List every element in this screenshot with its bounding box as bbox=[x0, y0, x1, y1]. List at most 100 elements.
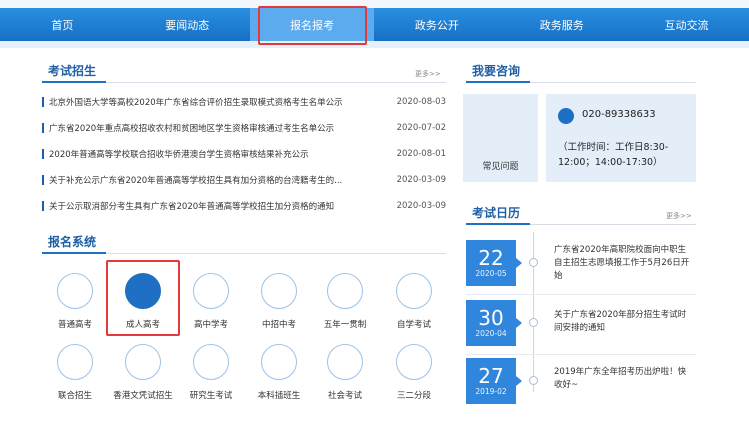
registration-item-label: 中招中考 bbox=[261, 320, 296, 330]
timeline-dot-icon bbox=[529, 318, 538, 327]
news-date: 2020-08-03 bbox=[396, 97, 446, 107]
consult-title: 我要咨询 bbox=[472, 64, 521, 78]
news-title: 广东省2020年重点高校招收农村和贫困地区学生资格审核通过考生名单公示 bbox=[49, 124, 335, 134]
registration-item-gaokao[interactable]: 普通高考 bbox=[45, 273, 105, 343]
registration-item-social-exam[interactable]: 社会考试 bbox=[315, 344, 375, 414]
circle-icon bbox=[57, 344, 93, 380]
calendar-more-link[interactable]: 更多>> bbox=[666, 211, 692, 221]
registration-item-self-study[interactable]: 自学考试 bbox=[384, 273, 444, 343]
registration-item-transfer[interactable]: 本科插班生 bbox=[249, 344, 309, 414]
calendar-date-badge: 22 2020-05 bbox=[466, 240, 516, 286]
registration-item-label: 成人高考 bbox=[125, 320, 160, 330]
circle-icon bbox=[396, 273, 432, 309]
calendar-day: 30 bbox=[478, 306, 504, 330]
circle-icon bbox=[261, 273, 297, 309]
bullet-bar bbox=[42, 149, 44, 159]
registration-title: 报名系统 bbox=[48, 235, 97, 249]
exam-recruit-underline bbox=[42, 81, 106, 83]
registration-item-label: 五年一贯制 bbox=[323, 320, 367, 330]
calendar-date-badge: 30 2020-04 bbox=[466, 300, 516, 346]
nav-home[interactable]: 首页 bbox=[0, 8, 125, 41]
news-date: 2020-03-09 bbox=[396, 201, 446, 211]
registration-item-label: 香港文凭试招生 bbox=[113, 391, 173, 401]
news-title: 关于补充公示广东省2020年普通高等学校招生具有加分资格的台湾籍考生的... bbox=[49, 176, 343, 186]
nav-interaction[interactable]: 互动交流 bbox=[624, 8, 749, 41]
calendar-year-month: 2020-05 bbox=[475, 269, 507, 278]
circle-icon bbox=[57, 273, 93, 309]
registration-item-five-year[interactable]: 五年一贯制 bbox=[315, 273, 375, 343]
news-item[interactable]: 关于公示取消部分考生具有广东省2020年普通高等学校招生加分资格的通知 2020… bbox=[42, 198, 446, 214]
nav-gov-services[interactable]: 政务服务 bbox=[499, 8, 624, 41]
calendar-separator bbox=[466, 294, 696, 295]
news-item[interactable]: 2020年普通高等学校联合招收华侨港澳台学生资格审核结果补充公示 2020-08… bbox=[42, 146, 446, 162]
news-title: 北京外国语大学等高校2020年广东省综合评价招生录取模式资格考生名单公示 bbox=[49, 98, 343, 108]
registration-item-label: 普通高考 bbox=[57, 320, 92, 330]
circle-icon bbox=[193, 273, 229, 309]
nav-news[interactable]: 要闻动态 bbox=[125, 8, 250, 41]
news-item[interactable]: 关于补充公示广东省2020年普通高等学校招生具有加分资格的台湾籍考生的... 2… bbox=[42, 172, 446, 188]
news-date: 2020-07-02 bbox=[396, 123, 446, 133]
registration-item-hkdse[interactable]: 香港文凭试招生 bbox=[113, 344, 173, 414]
registration-underline bbox=[42, 252, 106, 254]
registration-item-zhongkao[interactable]: 中招中考 bbox=[249, 273, 309, 343]
calendar-year-month: 2019-02 bbox=[475, 387, 507, 396]
consult-underline bbox=[466, 81, 530, 83]
phone-icon bbox=[558, 108, 574, 124]
calendar-arrow-icon bbox=[516, 318, 522, 328]
registration-item-postgraduate[interactable]: 研究生考试 bbox=[181, 344, 241, 414]
circle-icon bbox=[193, 344, 229, 380]
bullet-bar bbox=[42, 201, 44, 211]
phone-number: 020-89338633 bbox=[582, 109, 656, 120]
faq-button[interactable]: 常见问题 bbox=[463, 94, 538, 182]
news-title: 关于公示取消部分考生具有广东省2020年普通高等学校招生加分资格的通知 bbox=[49, 202, 335, 212]
circle-icon bbox=[327, 273, 363, 309]
registration-item-joint[interactable]: 联合招生 bbox=[45, 344, 105, 414]
exam-recruit-title: 考试招生 bbox=[48, 64, 97, 78]
timeline-dot-icon bbox=[529, 376, 538, 385]
exam-recruit-more-link[interactable]: 更多>> bbox=[415, 69, 441, 79]
news-item[interactable]: 北京外国语大学等高校2020年广东省综合评价招生录取模式资格考生名单公示 202… bbox=[42, 94, 446, 110]
circle-icon bbox=[396, 344, 432, 380]
registration-item-label: 三二分段 bbox=[396, 391, 431, 401]
circle-icon bbox=[125, 273, 161, 309]
news-date: 2020-08-01 bbox=[396, 149, 446, 159]
circle-icon bbox=[125, 344, 161, 380]
registration-item-label: 本科插班生 bbox=[257, 391, 301, 401]
registration-item-label: 社会考试 bbox=[327, 391, 362, 401]
calendar-title: 考试日历 bbox=[472, 206, 521, 220]
calendar-arrow-icon bbox=[516, 258, 522, 268]
calendar-date-badge: 27 2019-02 bbox=[466, 358, 516, 404]
calendar-event-link[interactable]: 关于广东省2020年部分招生考试时间安排的通知 bbox=[554, 309, 694, 335]
news-item[interactable]: 广东省2020年重点高校招收农村和贫困地区学生资格审核通过考生名单公示 2020… bbox=[42, 120, 446, 136]
main-nav: 首页 要闻动态 报名报考 政务公开 政务服务 互动交流 bbox=[0, 8, 749, 41]
nav-registration[interactable]: 报名报考 bbox=[249, 8, 375, 41]
registration-item-label: 研究生考试 bbox=[189, 391, 233, 401]
contact-box: 020-89338633 （工作时间：工作日8:30-12:00；14:00-1… bbox=[546, 94, 696, 182]
calendar-event-link[interactable]: 广东省2020年高职院校面向中职生自主招生志愿填报工作于5月26日开始 bbox=[554, 244, 694, 283]
nav-gov-affairs[interactable]: 政务公开 bbox=[374, 8, 499, 41]
calendar-separator bbox=[466, 354, 696, 355]
calendar-day: 22 bbox=[478, 246, 504, 270]
registration-item-label: 联合招生 bbox=[57, 391, 92, 401]
circle-icon bbox=[261, 344, 297, 380]
news-title: 2020年普通高等学校联合招收华侨港澳台学生资格审核结果补充公示 bbox=[49, 150, 309, 160]
calendar-underline bbox=[466, 223, 530, 225]
bullet-bar bbox=[42, 97, 44, 107]
registration-item-high-school-test[interactable]: 高中学考 bbox=[181, 273, 241, 343]
registration-item-label: 高中学考 bbox=[193, 320, 228, 330]
circle-icon bbox=[327, 344, 363, 380]
calendar-year-month: 2020-04 bbox=[475, 329, 507, 338]
timeline-dot-icon bbox=[529, 258, 538, 267]
calendar-timeline bbox=[533, 232, 534, 392]
news-date: 2020-03-09 bbox=[396, 175, 446, 185]
faq-label: 常见问题 bbox=[482, 162, 519, 172]
registration-item-three-two[interactable]: 三二分段 bbox=[384, 344, 444, 414]
calendar-event-link[interactable]: 2019年广东全年招考历出炉啦！快收好~ bbox=[554, 366, 694, 392]
calendar-arrow-icon bbox=[516, 376, 522, 386]
calendar-day: 27 bbox=[478, 364, 504, 388]
working-hours: （工作时间：工作日8:30-12:00；14:00-17:30） bbox=[558, 142, 669, 168]
bullet-bar bbox=[42, 175, 44, 185]
registration-item-adult-exam[interactable]: 成人高考 bbox=[113, 273, 173, 343]
bullet-bar bbox=[42, 123, 44, 133]
registration-item-label: 自学考试 bbox=[396, 320, 431, 330]
